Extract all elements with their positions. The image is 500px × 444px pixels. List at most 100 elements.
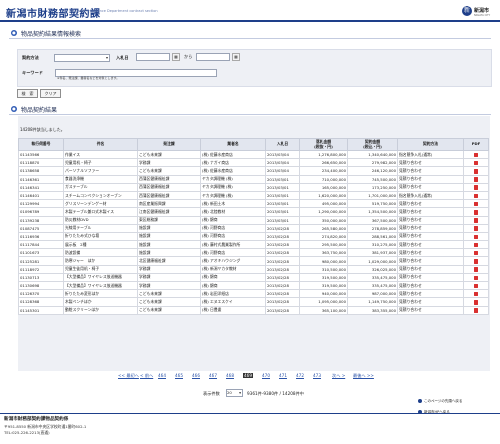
table-row: 01117844 展示板 2種 施設課 (株) 藤村式農業製作所 2013/02/28 2… xyxy=(18,240,489,250)
arrow-up-icon xyxy=(418,399,422,403)
cell-method: 見積り合わせ xyxy=(397,272,464,283)
page-link[interactable]: 470 xyxy=(262,373,270,378)
cell-name: 光線用テーブル xyxy=(63,223,138,233)
page-link[interactable]: 473 xyxy=(313,373,321,378)
pdf-icon[interactable] xyxy=(474,242,478,248)
from-label: から xyxy=(184,54,193,59)
pdf-icon[interactable] xyxy=(474,308,478,313)
cell-date: 2013/02/28 xyxy=(265,305,300,315)
pdf-icon[interactable] xyxy=(474,283,478,289)
keyword-note: ※件名、発注課、業者名などを対象とします。 xyxy=(57,76,120,80)
pdf-icon[interactable] xyxy=(474,259,478,264)
cell-no: 01118870 xyxy=(18,158,64,168)
cell-dept: こども未来課 xyxy=(137,297,201,307)
cell-method: 見積り合わせ xyxy=(397,248,464,258)
cell-contract: 335,475,000 xyxy=(347,272,398,283)
calendar-icon[interactable]: ▦ xyxy=(172,53,180,61)
cell-contract: 987,000,000 xyxy=(347,289,398,299)
clear-button[interactable]: クリア xyxy=(40,89,61,98)
city-logo-text[interactable]: 新潟市 xyxy=(474,7,489,14)
cell-name: ガステーブル xyxy=(63,182,138,192)
cell-date: 2013/03/04 xyxy=(265,158,300,168)
cell-dept: 施設課 xyxy=(137,231,201,242)
cell-contract: 278,859,000 xyxy=(347,223,398,233)
cell-method: 見積り合わせ xyxy=(397,199,464,209)
page-link[interactable]: 467 xyxy=(209,373,217,378)
cell-date: 2013/03/01 xyxy=(265,174,300,184)
cell-dept: 施設課 xyxy=(137,248,201,258)
pdf-icon[interactable] xyxy=(474,234,478,240)
calendar-icon[interactable]: ▦ xyxy=(232,53,240,61)
pdf-icon[interactable] xyxy=(474,201,478,207)
cell-dept: 西蒲区健康福祉課 xyxy=(137,182,201,192)
cell-no: 01146401 xyxy=(18,190,64,201)
cell-bid: 1,276,800,000 xyxy=(299,149,348,160)
results-section-heading: ● 物品契約結果 xyxy=(9,104,491,115)
cell-pdf xyxy=(463,248,489,258)
cell-dept: 学務課 xyxy=(137,272,201,283)
cell-no: 01101673 xyxy=(18,248,64,258)
next-page-link[interactable]: 次へ > xyxy=(332,373,345,379)
cell-vendor: (株) 北陸教材 xyxy=(200,207,266,217)
cell-method: 見積り合わせ xyxy=(397,240,464,250)
last-page-link[interactable]: 最後へ >> xyxy=(353,373,374,379)
page-link[interactable]: 466 xyxy=(192,373,200,378)
cell-contract: 367,500,000 xyxy=(347,215,398,225)
pdf-icon[interactable] xyxy=(474,177,478,182)
prev-page-link[interactable]: < 前へ xyxy=(140,373,153,379)
contract-method-select[interactable]: ▾ xyxy=(54,54,110,62)
pdf-icon[interactable] xyxy=(474,300,478,305)
cell-bid: 495,000,000 xyxy=(299,199,348,209)
column-header: 入札日 xyxy=(265,138,300,151)
page-top-link[interactable]: このページの先頭へ戻る xyxy=(418,399,492,406)
page-link[interactable]: 472 xyxy=(296,373,304,378)
cell-date: 2013/03/01 xyxy=(265,215,300,225)
cell-no: 01143566 xyxy=(18,149,64,160)
bid-date-to-input[interactable] xyxy=(196,53,230,61)
table-row: 01126370 折りたたみ変形ほか こども未来課 (株) 岩田洋紙店 2013/02/… xyxy=(18,289,489,299)
cell-date: 2013/02/28 xyxy=(265,240,300,250)
pdf-icon[interactable] xyxy=(474,210,478,215)
pdf-icon[interactable] xyxy=(474,193,478,199)
pdf-icon[interactable] xyxy=(474,218,478,223)
page-link[interactable]: 468 xyxy=(226,373,234,378)
pdf-icon[interactable] xyxy=(474,226,478,231)
per-page-select[interactable]: 20 ▾ xyxy=(226,389,243,397)
table-row: 01138658 パーソナルソファー こども未来課 (株) 佐藤水産商店 2013/03… xyxy=(18,166,489,176)
cell-contract: 383,355,000 xyxy=(347,305,398,315)
cell-method: 指名競争入札(通常) xyxy=(397,190,464,201)
cell-no: 01138658 xyxy=(18,166,64,176)
bid-date-from-input[interactable] xyxy=(136,53,170,61)
cell-pdf xyxy=(463,182,489,192)
page-link[interactable]: 465 xyxy=(175,373,183,378)
pdf-icon[interactable] xyxy=(474,185,478,190)
cell-contract: 1,149,750,000 xyxy=(347,297,398,307)
cell-dept: 学務課 xyxy=(137,264,201,274)
table-row: 01146341 ガステーブル 西蒲区健康福祉課 ヤカタ調理機 (株) 2013/03/… xyxy=(18,182,489,192)
pdf-icon[interactable] xyxy=(474,152,478,158)
table-row: 01118870 児童用机・椅子 学務課 (株) ナガイ商店 2013/03/04 266… xyxy=(18,158,489,168)
pdf-icon[interactable] xyxy=(474,250,478,256)
city-logo-icon[interactable]: 新 xyxy=(462,6,472,16)
cell-dept: 西蒲区健康福祉課 xyxy=(137,190,201,201)
pdf-icon[interactable] xyxy=(474,169,478,174)
city-logo-subtext: NIIGATA CITY xyxy=(474,14,491,17)
pdf-icon[interactable] xyxy=(474,267,478,272)
page-link[interactable]: 464 xyxy=(158,373,166,378)
cell-dept: 東区総務課 xyxy=(137,215,201,225)
table-row: 01146401 スチームコンベクションオーブン 西蒲区健康福祉課 ヤカタ調理機 (株… xyxy=(18,190,489,201)
cell-method: 見積り合わせ xyxy=(397,264,464,274)
search-button[interactable]: 検 索 xyxy=(17,89,38,98)
cell-vendor: (株) アオキハウジング xyxy=(200,256,266,266)
table-row: 01101673 防波設備 施設課 (株) 河野商店 2013/02/28 363,750… xyxy=(18,248,489,258)
cell-dept: 西蒲区健康福祉課 xyxy=(137,174,201,184)
pdf-icon[interactable] xyxy=(474,275,478,281)
cell-dept: こども未来課 xyxy=(137,166,201,176)
page-link[interactable]: 471 xyxy=(279,373,287,378)
table-row: 01096789 木製テーブル兼ロ式木製イス 江南区健康福祉課 (株) 北陸教材 201… xyxy=(18,207,489,217)
pdf-icon[interactable] xyxy=(474,291,478,297)
column-header: 契約方法 xyxy=(397,138,464,151)
cell-no: 01130698 xyxy=(18,280,64,291)
first-page-link[interactable]: << 最初へ xyxy=(118,373,139,379)
pdf-icon[interactable] xyxy=(474,160,478,166)
